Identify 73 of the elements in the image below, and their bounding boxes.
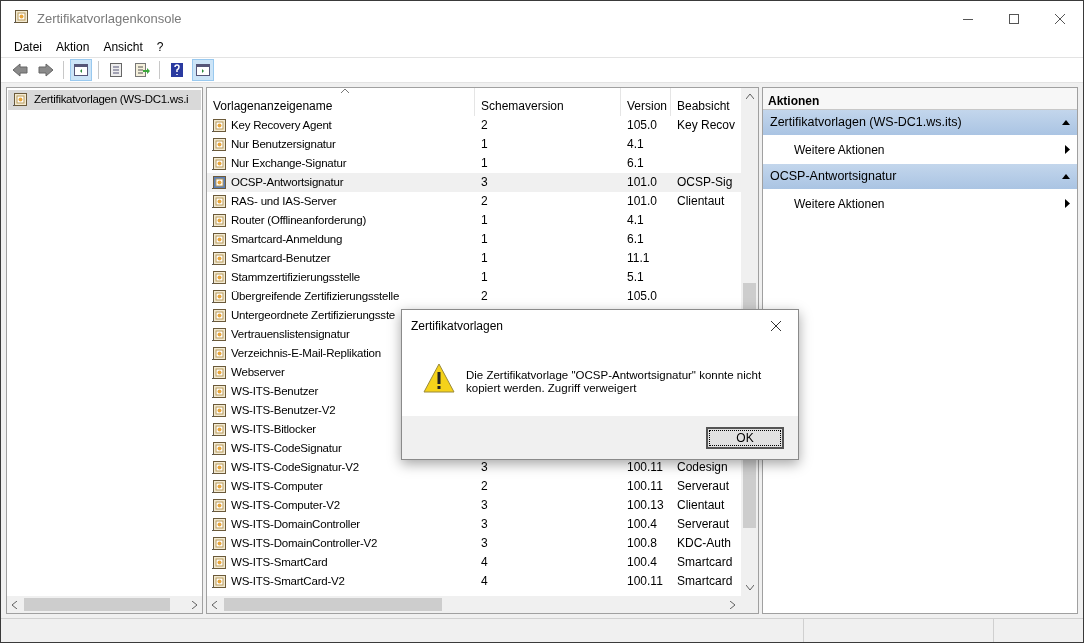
table-cell: Clientaut (677, 498, 725, 512)
table-cell: 6.1 (627, 156, 644, 170)
table-cell-text: WS-ITS-Computer (230, 479, 324, 494)
table-cell: Smartcard (677, 555, 733, 569)
table-cell: Clientaut (677, 194, 725, 208)
window-title: Zertifikatvorlagenkonsole (37, 10, 182, 29)
table-cell: 1 (481, 251, 488, 265)
table-cell: Key Recov (677, 118, 736, 132)
table-cell-text: WS-ITS-Benutzer-V2 (230, 403, 337, 418)
table-cell-text: Smartcard-Anmeldung (230, 232, 344, 247)
table-cell-text: WS-ITS-DomainController-V2 (230, 536, 379, 551)
table-cell: 105.0 (627, 118, 658, 132)
table-cell: 1 (481, 270, 488, 284)
table-cell-text: WS-ITS-Bitlocker (230, 422, 317, 437)
table-cell-text: WS-ITS-Benutzer (230, 384, 320, 399)
table-cell: 2 (481, 289, 488, 303)
table-cell: 100.11 (627, 479, 663, 493)
table-cell-text: WS-ITS-SmartCard (230, 555, 329, 570)
table-cell-text: Stammzertifizierungsstelle (230, 270, 361, 285)
table-cell: 6.1 (627, 232, 644, 246)
table-cell-text: Webserver (230, 365, 286, 380)
table-cell-text: Smartcard-Benutzer (230, 251, 332, 266)
dialog-message: Die Zertifikatvorlage "OCSP-Antwortsignatur" konnte nicht kopiert werden. Zugriff verweigert (466, 369, 763, 395)
table-cell: 1 (481, 137, 488, 151)
table-cell: 105.0 (627, 289, 658, 303)
dialog-title: Zertifikatvorlagen (411, 317, 505, 335)
table-cell: 4.1 (627, 213, 644, 227)
table-cell: 3 (481, 536, 488, 550)
table-cell-text: Nur Exchange-Signatur (230, 156, 348, 171)
table-cell: 5.1 (627, 270, 644, 284)
table-cell-text: WS-ITS-Computer-V2 (230, 498, 341, 513)
table-cell: 100.4 (627, 517, 658, 531)
table-cell: 11.1 (627, 251, 650, 265)
table-cell-text: Vertrauenslistensignatur (230, 327, 351, 342)
table-cell-text: WS-ITS-DomainController (230, 517, 361, 532)
table-cell: 2 (481, 194, 488, 208)
table-cell: 3 (481, 517, 488, 531)
table-cell-text: WS-ITS-CodeSignatur-V2 (230, 460, 360, 475)
table-cell-text: OCSP-Antwortsignatur (230, 175, 345, 190)
table-cell: 2 (481, 118, 488, 132)
table-cell: 1 (481, 232, 488, 246)
table-cell: 4 (481, 555, 488, 569)
table-cell-text: WS-ITS-SmartCard-V2 (230, 574, 346, 589)
table-cell: 100.11 (627, 574, 663, 588)
table-cell: 2 (481, 479, 488, 493)
table-cell: 4.1 (627, 137, 644, 151)
table-cell: Codesign (677, 460, 728, 474)
table-cell: 100.13 (627, 498, 664, 512)
table-cell-text: WS-ITS-CodeSignatur (230, 441, 343, 456)
table-cell-text: Router (Offlineanforderung) (230, 213, 368, 228)
table-cell-text: RAS- und IAS-Server (230, 194, 338, 209)
table-cell: 100.4 (627, 555, 658, 569)
table-cell: 3 (481, 460, 488, 474)
table-cell: 100.8 (627, 536, 658, 550)
table-cell: KDC-Auth (677, 536, 732, 550)
table-cell: 101.0 (627, 175, 658, 189)
table-cell: Serveraut (677, 517, 730, 531)
table-cell-text: Übergreifende Zertifizierungsstelle (230, 289, 401, 304)
table-cell: 100.11 (627, 460, 663, 474)
pane-heading: Aktionen (763, 88, 1077, 110)
table-cell: 101.0 (627, 194, 658, 208)
table-cell: Serveraut (677, 479, 730, 493)
table-cell: Smartcard (677, 574, 733, 588)
table-cell-text: Nur Benutzersignatur (230, 137, 337, 152)
table-cell: 1 (481, 156, 488, 170)
table-cell-text: Key Recovery Agent (230, 118, 333, 133)
table-cell: 1 (481, 213, 488, 227)
table-cell-text: Untergeordnete Zertifizierungsste (230, 308, 397, 323)
table-cell-text: Verzeichnis-E-Mail-Replikation (230, 346, 382, 361)
table-cell: 3 (481, 498, 488, 512)
table-cell: OCSP-Sig (677, 175, 733, 189)
table-cell: 3 (481, 175, 488, 189)
table-cell: 4 (481, 574, 488, 588)
